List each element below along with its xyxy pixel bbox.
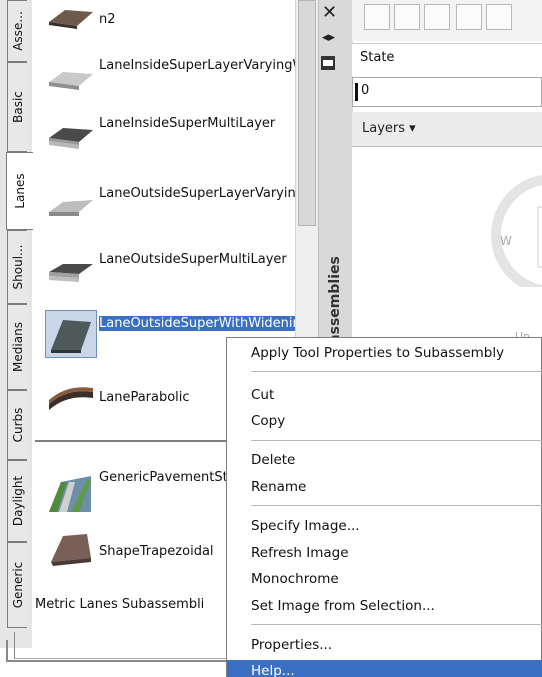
scrollbar-thumb[interactable] bbox=[298, 0, 316, 226]
tool-item[interactable]: LaneInsideSuperLayerVaryingWidth bbox=[33, 52, 331, 104]
layers-label: Layers ▾ bbox=[362, 121, 416, 136]
state-label: State bbox=[360, 50, 395, 65]
menu-separator bbox=[251, 624, 542, 625]
tool-label: n2 bbox=[99, 12, 116, 27]
layers-panel-bar[interactable]: Layers ▾ bbox=[352, 112, 542, 147]
menu-item-rename[interactable]: Rename bbox=[227, 476, 542, 500]
menu-item-specify-image[interactable]: Specify Image... bbox=[227, 515, 542, 539]
menu-item-copy[interactable]: Copy bbox=[227, 410, 542, 434]
lane-thumbnail-icon bbox=[49, 128, 93, 149]
menu-separator bbox=[251, 371, 542, 372]
layer-isolate-icon[interactable] bbox=[456, 4, 482, 30]
tab-assemblies[interactable]: Asse... bbox=[7, 0, 27, 62]
layer-dropdown[interactable]: 0 bbox=[352, 77, 542, 107]
tab-label: Generic bbox=[10, 561, 25, 609]
tab-label: Basic bbox=[10, 91, 25, 123]
tab-label: Medians bbox=[10, 322, 25, 372]
close-icon[interactable]: ✕ bbox=[322, 2, 337, 23]
tab-generic[interactable]: Generic bbox=[7, 542, 27, 628]
tab-daylight[interactable]: Daylight bbox=[7, 460, 27, 542]
tool-label: LaneOutsideSuperWithWidening bbox=[99, 316, 310, 331]
tool-item[interactable]: n2 bbox=[33, 0, 295, 40]
tool-label: LaneInsideSuperMultiLayer bbox=[99, 116, 276, 131]
lane-thumbnail-icon bbox=[49, 200, 93, 216]
tab-label: Shoul... bbox=[10, 244, 25, 290]
tab-lanes[interactable]: Lanes bbox=[6, 152, 33, 230]
menu-item-properties[interactable]: Properties... bbox=[227, 634, 542, 658]
tab-label: Curbs bbox=[10, 407, 25, 443]
pavement-thumbnail-icon bbox=[49, 476, 91, 512]
lane-thumbnail-icon bbox=[49, 72, 93, 90]
tab-label: Asse... bbox=[10, 11, 25, 51]
layer-state-row: State bbox=[352, 43, 542, 76]
menu-item-monochrome[interactable]: Monochrome bbox=[227, 568, 542, 592]
layer-state-icon[interactable] bbox=[364, 4, 390, 30]
layer-previous-icon[interactable] bbox=[424, 4, 450, 30]
tool-label: LaneInsideSuperLayerVaryingWidth bbox=[99, 58, 331, 73]
shape-thumbnail-icon bbox=[51, 534, 91, 566]
palette-tab-strip: Asse... Basic Lanes Shoul... Medians Cur… bbox=[0, 0, 33, 648]
menu-item-refresh-image[interactable]: Refresh Image bbox=[227, 542, 542, 566]
layer-value: 0 bbox=[361, 83, 370, 98]
tab-medians[interactable]: Medians bbox=[7, 304, 27, 390]
menu-item-cut[interactable]: Cut bbox=[227, 384, 542, 408]
auto-hide-icon[interactable]: ◂▸ bbox=[322, 30, 335, 45]
palette-footer-label: Metric Lanes Subassembli bbox=[35, 597, 205, 612]
lane-thumbnail-icon bbox=[49, 387, 93, 410]
menu-item-delete[interactable]: Delete bbox=[227, 449, 542, 473]
menu-item-apply-tool-properties[interactable]: Apply Tool Properties to Subassembly bbox=[227, 342, 542, 366]
tab-shoulders[interactable]: Shoul... bbox=[7, 230, 27, 304]
lane-thumbnail-icon bbox=[51, 320, 91, 353]
tab-label: Daylight bbox=[10, 475, 25, 527]
menu-separator bbox=[251, 505, 542, 506]
menu-separator bbox=[251, 440, 542, 441]
tool-item[interactable]: LaneOutsideSuperLayerVaryingWidth bbox=[33, 182, 342, 234]
layer-freeze-icon[interactable] bbox=[486, 4, 512, 30]
palette-title: assemblies bbox=[327, 256, 343, 344]
viewcube-icon[interactable] bbox=[352, 147, 542, 287]
compass-west-label: W bbox=[500, 234, 512, 248]
tool-item[interactable]: LaneInsideSuperMultiLayer bbox=[33, 110, 295, 162]
text-cursor bbox=[355, 83, 358, 101]
lane-thumbnail-icon bbox=[49, 10, 93, 29]
lane-thumbnail-icon bbox=[49, 264, 93, 282]
layer-match-icon[interactable] bbox=[394, 4, 420, 30]
context-menu: Apply Tool Properties to Subassembly Cut… bbox=[226, 337, 542, 677]
layer-toolbar bbox=[352, 0, 542, 41]
tab-curbs[interactable]: Curbs bbox=[7, 390, 27, 460]
tool-label: LaneOutsideSuperMultiLayer bbox=[99, 252, 287, 267]
tool-label: LaneOutsideSuperLayerVaryingWidth bbox=[99, 186, 342, 201]
menu-item-set-image-from-selection[interactable]: Set Image from Selection... bbox=[227, 595, 542, 619]
tool-item[interactable]: LaneOutsideSuperMultiLayer bbox=[33, 246, 295, 298]
menu-item-help[interactable]: Help... bbox=[227, 660, 542, 677]
properties-icon[interactable] bbox=[321, 56, 335, 70]
tab-label: Lanes bbox=[13, 173, 27, 209]
tab-basic[interactable]: Basic bbox=[7, 62, 27, 152]
